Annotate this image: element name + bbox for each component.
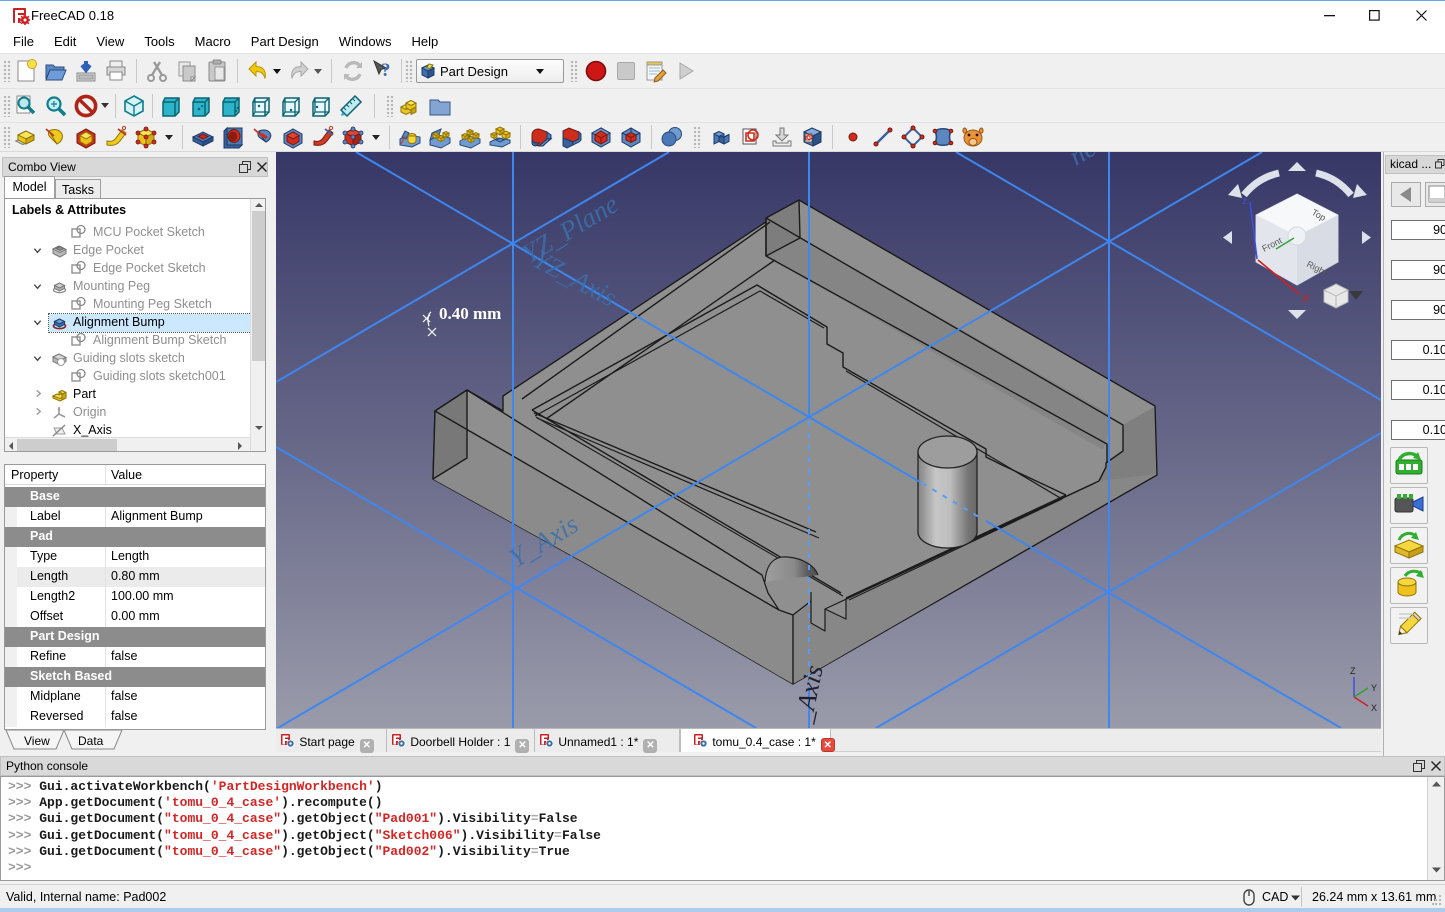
svg-text:X: X — [1371, 703, 1377, 713]
svg-text:Z: Z — [1350, 666, 1356, 676]
svg-text:Y: Y — [1371, 683, 1377, 693]
svg-text:z: z — [1242, 196, 1247, 207]
svg-text:0.40 mm: 0.40 mm — [439, 304, 501, 323]
svg-text:?: ? — [381, 60, 391, 81]
svg-text:X: X — [1302, 293, 1310, 305]
